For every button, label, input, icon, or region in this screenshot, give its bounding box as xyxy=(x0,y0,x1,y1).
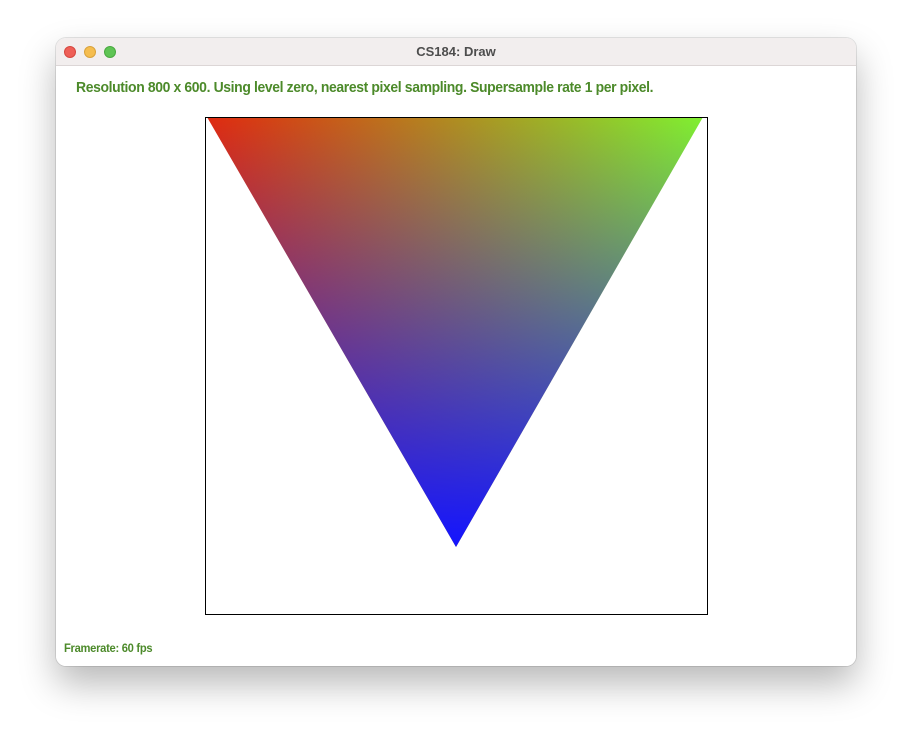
app-window: CS184: Draw Resolution 800 x 600. Using … xyxy=(56,38,856,666)
render-viewport[interactable]: Resolution 800 x 600. Using level zero, … xyxy=(56,66,856,666)
status-text: Resolution 800 x 600. Using level zero, … xyxy=(76,79,654,96)
window-title: CS184: Draw xyxy=(416,44,496,59)
title-bar[interactable]: CS184: Draw xyxy=(56,38,856,66)
svg-canvas[interactable] xyxy=(205,117,708,615)
canvas-border xyxy=(205,117,708,615)
framerate-text: Framerate: 60 fps xyxy=(64,641,153,655)
